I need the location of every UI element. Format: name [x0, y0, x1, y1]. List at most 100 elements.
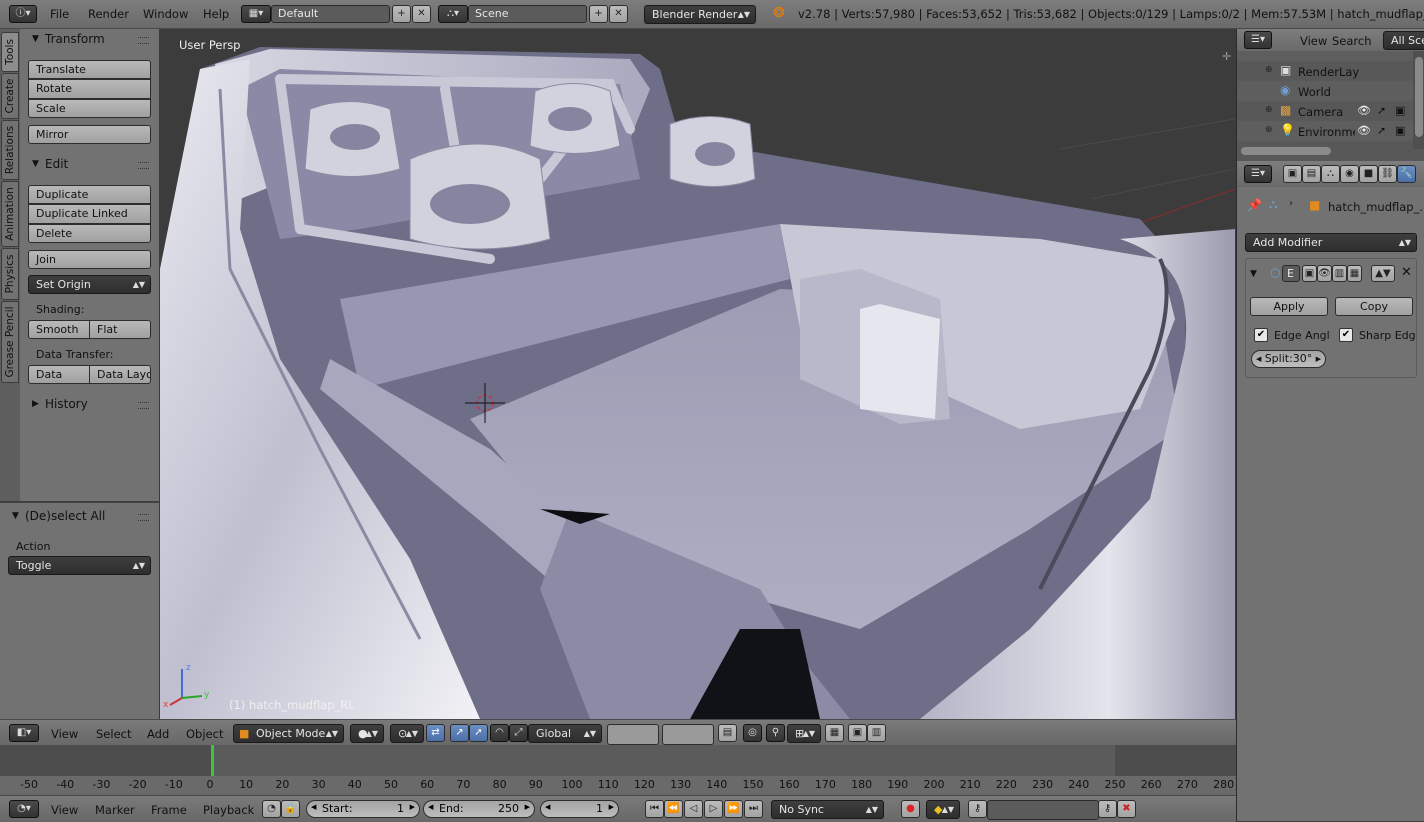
add-scene-icon[interactable]: + — [589, 5, 608, 23]
duplicate-button[interactable]: Duplicate — [28, 185, 151, 204]
modifier-viewport-toggle-icon[interactable]: 👁 — [1317, 265, 1332, 282]
decrement-arrow-icon[interactable]: ◀ — [428, 803, 433, 811]
pin-icon[interactable]: 📌 — [1247, 198, 1262, 212]
rotate-button[interactable]: Rotate — [28, 79, 151, 99]
apply-button[interactable]: Apply — [1250, 297, 1328, 316]
outliner-display-dropdown[interactable]: All Sce — [1383, 31, 1424, 50]
use-preview-range-icon[interactable]: ◔ — [262, 800, 281, 818]
decrement-arrow-icon[interactable]: ◀ — [545, 803, 550, 811]
menu-window[interactable]: Window — [143, 7, 188, 21]
world-tab-icon[interactable]: ◉ — [1340, 165, 1359, 183]
jump-to-next-keyframe-icon[interactable]: ⏩ — [724, 800, 743, 818]
remove-screen-icon[interactable]: ✕ — [412, 5, 431, 23]
scale-button[interactable]: Scale — [28, 99, 151, 118]
drag-grip-icon[interactable] — [138, 514, 149, 521]
visibility-eye-icon[interactable]: 👁 — [1357, 124, 1371, 137]
keying-mode-dropdown[interactable]: ◆ ▲▼ — [926, 800, 960, 819]
outliner-menu-search[interactable]: Search — [1332, 34, 1372, 48]
delete-keyframe-icon[interactable]: ✖ — [1117, 800, 1136, 818]
data-transfer-button[interactable]: Data — [28, 365, 90, 384]
sync-mode-dropdown[interactable]: No Sync ▲▼ — [771, 800, 884, 819]
jump-to-start-icon[interactable]: ⏮ — [645, 800, 664, 818]
screen-layout-icon[interactable]: ▦▾ — [241, 5, 271, 23]
outliner-editor-icon[interactable]: ☰▾ — [1244, 31, 1272, 49]
remove-scene-icon[interactable]: ✕ — [609, 5, 628, 23]
modifier-name-field[interactable]: E — [1282, 265, 1300, 282]
pivot-point-dropdown[interactable]: ⊙ ▲▼ — [390, 724, 424, 743]
jump-to-previous-keyframe-icon[interactable]: ⏪ — [664, 800, 683, 818]
car-mesh[interactable] — [160, 47, 1235, 719]
timeline-menu-frame[interactable]: Frame — [151, 803, 187, 817]
manipulator-toggle-icon[interactable]: ⇄ — [426, 724, 445, 742]
tab-relations[interactable]: Relations — [1, 120, 19, 180]
constraints-tab-icon[interactable]: ⛓ — [1378, 165, 1397, 183]
list-item[interactable]: ⊕ ▩ Camera 👁 ➚ ▣ — [1237, 101, 1413, 121]
keying-set-icon[interactable]: ⚷ — [968, 800, 987, 818]
current-frame-indicator[interactable] — [211, 745, 214, 776]
renderable-camera-icon[interactable]: ▣ — [1395, 124, 1405, 137]
timeline-menu-playback[interactable]: Playback — [203, 803, 254, 817]
data-transfer-layout-button[interactable]: Data Layo — [89, 365, 151, 384]
interaction-mode-dropdown[interactable]: ■ Object Mode ▲▼ — [233, 724, 344, 743]
set-origin-dropdown[interactable]: Set Origin ▲▼ — [28, 275, 151, 294]
render-layers-tab-icon[interactable]: ▤ — [1302, 165, 1321, 183]
scene-layers-grid-a[interactable] — [607, 724, 659, 745]
modifier-editmode-toggle-icon[interactable]: ▥ — [1332, 265, 1347, 282]
opengl-render-image-icon[interactable]: ▣ — [848, 724, 867, 742]
timeline-editor-icon[interactable]: ◔▾ — [9, 800, 39, 818]
play-reverse-icon[interactable]: ◁ — [684, 800, 703, 818]
3d-view-editor-icon[interactable]: ◧▾ — [9, 724, 39, 742]
scrollbar-thumb[interactable] — [1415, 57, 1423, 137]
shade-smooth-button[interactable]: Smooth — [28, 320, 90, 339]
menu-file[interactable]: File — [50, 7, 69, 21]
3d-menu-select[interactable]: Select — [96, 727, 131, 741]
modifier-cage-toggle-icon[interactable]: ▦ — [1347, 265, 1362, 282]
outliner-menu-view[interactable]: View — [1300, 34, 1327, 48]
translate-manipulator-active-icon[interactable]: ➚ — [469, 724, 488, 742]
renderable-camera-icon[interactable]: ▣ — [1395, 104, 1405, 117]
selectable-cursor-icon[interactable]: ➚ — [1377, 104, 1386, 117]
increment-arrow-icon[interactable]: ▶ — [525, 803, 530, 811]
editor-type-info-icon[interactable]: ⓘ▾ — [9, 5, 37, 23]
action-dropdown[interactable]: Toggle ▲▼ — [8, 556, 151, 575]
tab-tools[interactable]: Tools — [1, 32, 19, 72]
edit-panel-header[interactable]: ▼ Edit — [20, 155, 159, 175]
viewport-shading-dropdown[interactable]: ● ▲▼ — [350, 724, 384, 743]
join-button[interactable]: Join — [28, 250, 151, 269]
sharp-edges-checkbox[interactable]: ✔ — [1339, 328, 1353, 342]
render-engine-dropdown[interactable]: Blender Render ▲▼ — [644, 5, 756, 24]
increment-arrow-icon[interactable]: ▶ — [410, 803, 415, 811]
add-modifier-dropdown[interactable]: Add Modifier ▲▼ — [1245, 233, 1417, 252]
expand-icon[interactable]: ⊕ — [1265, 125, 1273, 135]
split-angle-field[interactable]: ◀ Split:30° ▶ — [1251, 350, 1326, 368]
timeline-menu-marker[interactable]: Marker — [95, 803, 135, 817]
increment-arrow-icon[interactable]: ▶ — [1316, 351, 1321, 367]
tab-physics[interactable]: Physics — [1, 248, 19, 300]
delete-button[interactable]: Delete — [28, 224, 151, 243]
history-panel-header[interactable]: ▶ History — [20, 395, 159, 415]
tab-grease-pencil[interactable]: Grease Pencil — [1, 301, 19, 383]
mirror-button[interactable]: Mirror — [28, 125, 151, 144]
selectable-cursor-icon[interactable]: ➚ — [1377, 124, 1386, 137]
render-tab-icon[interactable]: ▣ — [1283, 165, 1302, 183]
transform-panel-header[interactable]: ▼ Transform — [20, 30, 159, 50]
visibility-eye-icon[interactable]: 👁 — [1357, 104, 1371, 117]
3d-menu-object[interactable]: Object — [186, 727, 223, 741]
edge-angle-checkbox[interactable]: ✔ — [1254, 328, 1268, 342]
menu-render[interactable]: Render — [88, 7, 129, 21]
screen-layout-field[interactable]: Default — [271, 5, 390, 23]
lock-time-cursor-icon[interactable]: 🔒 — [281, 800, 300, 818]
list-item[interactable]: ⊕ ▣ RenderLay — [1237, 61, 1413, 81]
list-item[interactable]: ◉ World — [1237, 81, 1413, 101]
proportional-editing-icon[interactable]: ◎ — [743, 724, 762, 742]
insert-keyframe-icon[interactable]: ⚷ — [1098, 800, 1117, 818]
modifier-render-toggle-icon[interactable]: ▣ — [1302, 265, 1317, 282]
play-icon[interactable]: ▷ — [704, 800, 723, 818]
copy-button[interactable]: Copy — [1335, 297, 1413, 316]
drag-grip-icon[interactable] — [138, 162, 149, 169]
properties-editor-icon[interactable]: ☰▾ — [1244, 165, 1272, 183]
remove-modifier-icon[interactable]: ✕ — [1401, 265, 1412, 280]
scene-field[interactable]: Scene — [468, 5, 587, 23]
duplicate-linked-button[interactable]: Duplicate Linked — [28, 204, 151, 224]
menu-help[interactable]: Help — [203, 7, 229, 21]
